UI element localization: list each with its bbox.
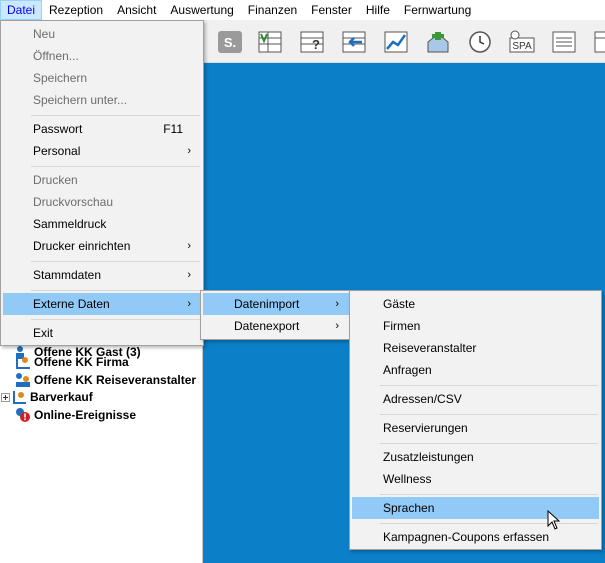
- menu-item-wellness[interactable]: Wellness: [352, 468, 599, 490]
- chart-icon[interactable]: [382, 29, 410, 55]
- mouse-cursor-icon: [547, 509, 561, 533]
- menu-item-drucker-einrichten[interactable]: Drucker einrichten ›: [3, 235, 201, 257]
- s-icon-label: S.: [224, 35, 236, 50]
- menu-item-oeffnen[interactable]: Öffnen...: [3, 45, 201, 67]
- menu-item-firmen[interactable]: Firmen: [352, 315, 599, 337]
- menu-item-anfragen[interactable]: Anfragen: [352, 359, 599, 381]
- menu-item-gaeste[interactable]: Gäste: [352, 293, 599, 315]
- tree-item-label: Offene KK Reiseveranstalter: [34, 373, 197, 387]
- house-plus-icon[interactable]: [424, 29, 452, 55]
- menu-item-label: Externe Daten: [33, 297, 110, 311]
- spa-icon-label: SPA: [512, 41, 532, 52]
- externe-daten-submenu: Datenimport › Datenexport ›: [200, 290, 352, 340]
- menu-item-neu[interactable]: Neu: [3, 23, 201, 45]
- menu-item-sammeldruck[interactable]: Sammeldruck: [3, 213, 201, 235]
- menu-item-sprachen[interactable]: Sprachen: [352, 497, 599, 519]
- menu-item-drucken[interactable]: Drucken: [3, 169, 201, 191]
- menu-item-reservierungen[interactable]: Reservierungen: [352, 417, 599, 439]
- menu-item-stammdaten[interactable]: Stammdaten ›: [3, 264, 201, 286]
- menu-rezeption[interactable]: Rezeption: [42, 0, 110, 20]
- s-icon[interactable]: S.: [216, 29, 244, 55]
- menu-datei[interactable]: Datei: [0, 0, 43, 20]
- menu-separator: [31, 166, 200, 167]
- clock-icon[interactable]: [466, 29, 494, 55]
- chevron-right-icon: ›: [187, 269, 191, 281]
- chevron-right-icon: ›: [187, 145, 191, 157]
- menu-separator: [31, 319, 200, 320]
- menu-item-reiseveranstalter[interactable]: Reiseveranstalter: [352, 337, 599, 359]
- menu-separator: [380, 443, 598, 444]
- menu-item-speichern-unter[interactable]: Speichern unter...: [3, 89, 201, 111]
- chevron-right-icon: ›: [187, 298, 191, 310]
- tree-item-barverkauf[interactable]: Barverkauf: [1, 388, 93, 406]
- datei-menu: Neu Öffnen... Speichern Speichern unter.…: [0, 20, 204, 346]
- expand-icon[interactable]: [1, 392, 10, 402]
- menu-item-label: Drucker einrichten: [33, 239, 131, 253]
- menu-item-datenexport[interactable]: Datenexport ›: [203, 315, 349, 337]
- import-arrow-icon[interactable]: [340, 29, 368, 55]
- tree-item-offene-kk-firma[interactable]: Offene KK Firma: [14, 353, 129, 371]
- travel-people-icon: [14, 372, 32, 388]
- tree-item-label: Barverkauf: [30, 390, 93, 404]
- tree-item-offene-kk-reiseveranstalter[interactable]: Offene KK Reiseveranstalter: [14, 371, 196, 389]
- menu-item-personal[interactable]: Personal ›: [3, 140, 201, 162]
- menu-auswertung[interactable]: Auswertung: [163, 0, 240, 20]
- menu-separator: [380, 523, 598, 524]
- datenimport-submenu: Gäste Firmen Reiseveranstalter Anfragen …: [349, 290, 602, 550]
- menu-item-label: Datenimport: [234, 297, 300, 311]
- tree-item-label: Offene KK Firma: [34, 355, 129, 369]
- menu-finanzen[interactable]: Finanzen: [241, 0, 304, 20]
- menu-item-datenimport[interactable]: Datenimport ›: [203, 293, 349, 315]
- question-grid-icon[interactable]: ?: [298, 29, 326, 55]
- partial-icon[interactable]: [592, 29, 605, 55]
- chevron-right-icon: ›: [335, 298, 339, 310]
- menu-separator: [31, 261, 200, 262]
- menu-item-druckvorschau[interactable]: Druckvorschau: [3, 191, 201, 213]
- tree-item-online-ereignisse[interactable]: Online-Ereignisse: [14, 406, 136, 424]
- menu-item-label: Datenexport: [234, 319, 300, 333]
- menu-ansicht[interactable]: Ansicht: [110, 0, 163, 20]
- menu-item-passwort[interactable]: Passwort F11: [3, 118, 201, 140]
- menu-item-kampagnen-coupons[interactable]: Kampagnen-Coupons erfassen: [352, 526, 599, 548]
- menu-item-label: Passwort: [33, 122, 83, 136]
- alert-icon: [14, 407, 32, 423]
- menu-separator: [31, 115, 200, 116]
- menu-item-exit[interactable]: Exit: [3, 322, 201, 344]
- menu-separator: [380, 494, 598, 495]
- v-grid-icon[interactable]: [256, 29, 284, 55]
- menu-separator: [380, 414, 598, 415]
- spa-icon[interactable]: SPA: [508, 29, 536, 55]
- chevron-right-icon: ›: [335, 320, 339, 332]
- menu-item-adressen-csv[interactable]: Adressen/CSV: [352, 388, 599, 410]
- cash-register-icon: [10, 389, 28, 405]
- svg-text:?: ?: [312, 37, 320, 52]
- menu-item-label: Personal: [33, 144, 81, 158]
- menu-item-zusatzleistungen[interactable]: Zusatzleistungen: [352, 446, 599, 468]
- menu-separator: [31, 290, 200, 291]
- menu-item-speichern[interactable]: Speichern: [3, 67, 201, 89]
- menu-hilfe[interactable]: Hilfe: [359, 0, 397, 20]
- menu-item-label: Stammdaten: [33, 268, 102, 282]
- menu-fernwartung[interactable]: Fernwartung: [397, 0, 478, 20]
- menu-separator: [380, 385, 598, 386]
- chart-people-icon: [14, 354, 32, 370]
- shortcut-label: F11: [163, 122, 183, 136]
- menu-bar: Datei Rezeption Ansicht Auswertung Finan…: [0, 0, 605, 20]
- tree-item-label: Online-Ereignisse: [34, 408, 137, 422]
- chevron-right-icon: ›: [187, 240, 191, 252]
- list-icon[interactable]: [550, 29, 578, 55]
- menu-fenster[interactable]: Fenster: [304, 0, 359, 20]
- menu-item-externe-daten[interactable]: Externe Daten ›: [3, 293, 201, 315]
